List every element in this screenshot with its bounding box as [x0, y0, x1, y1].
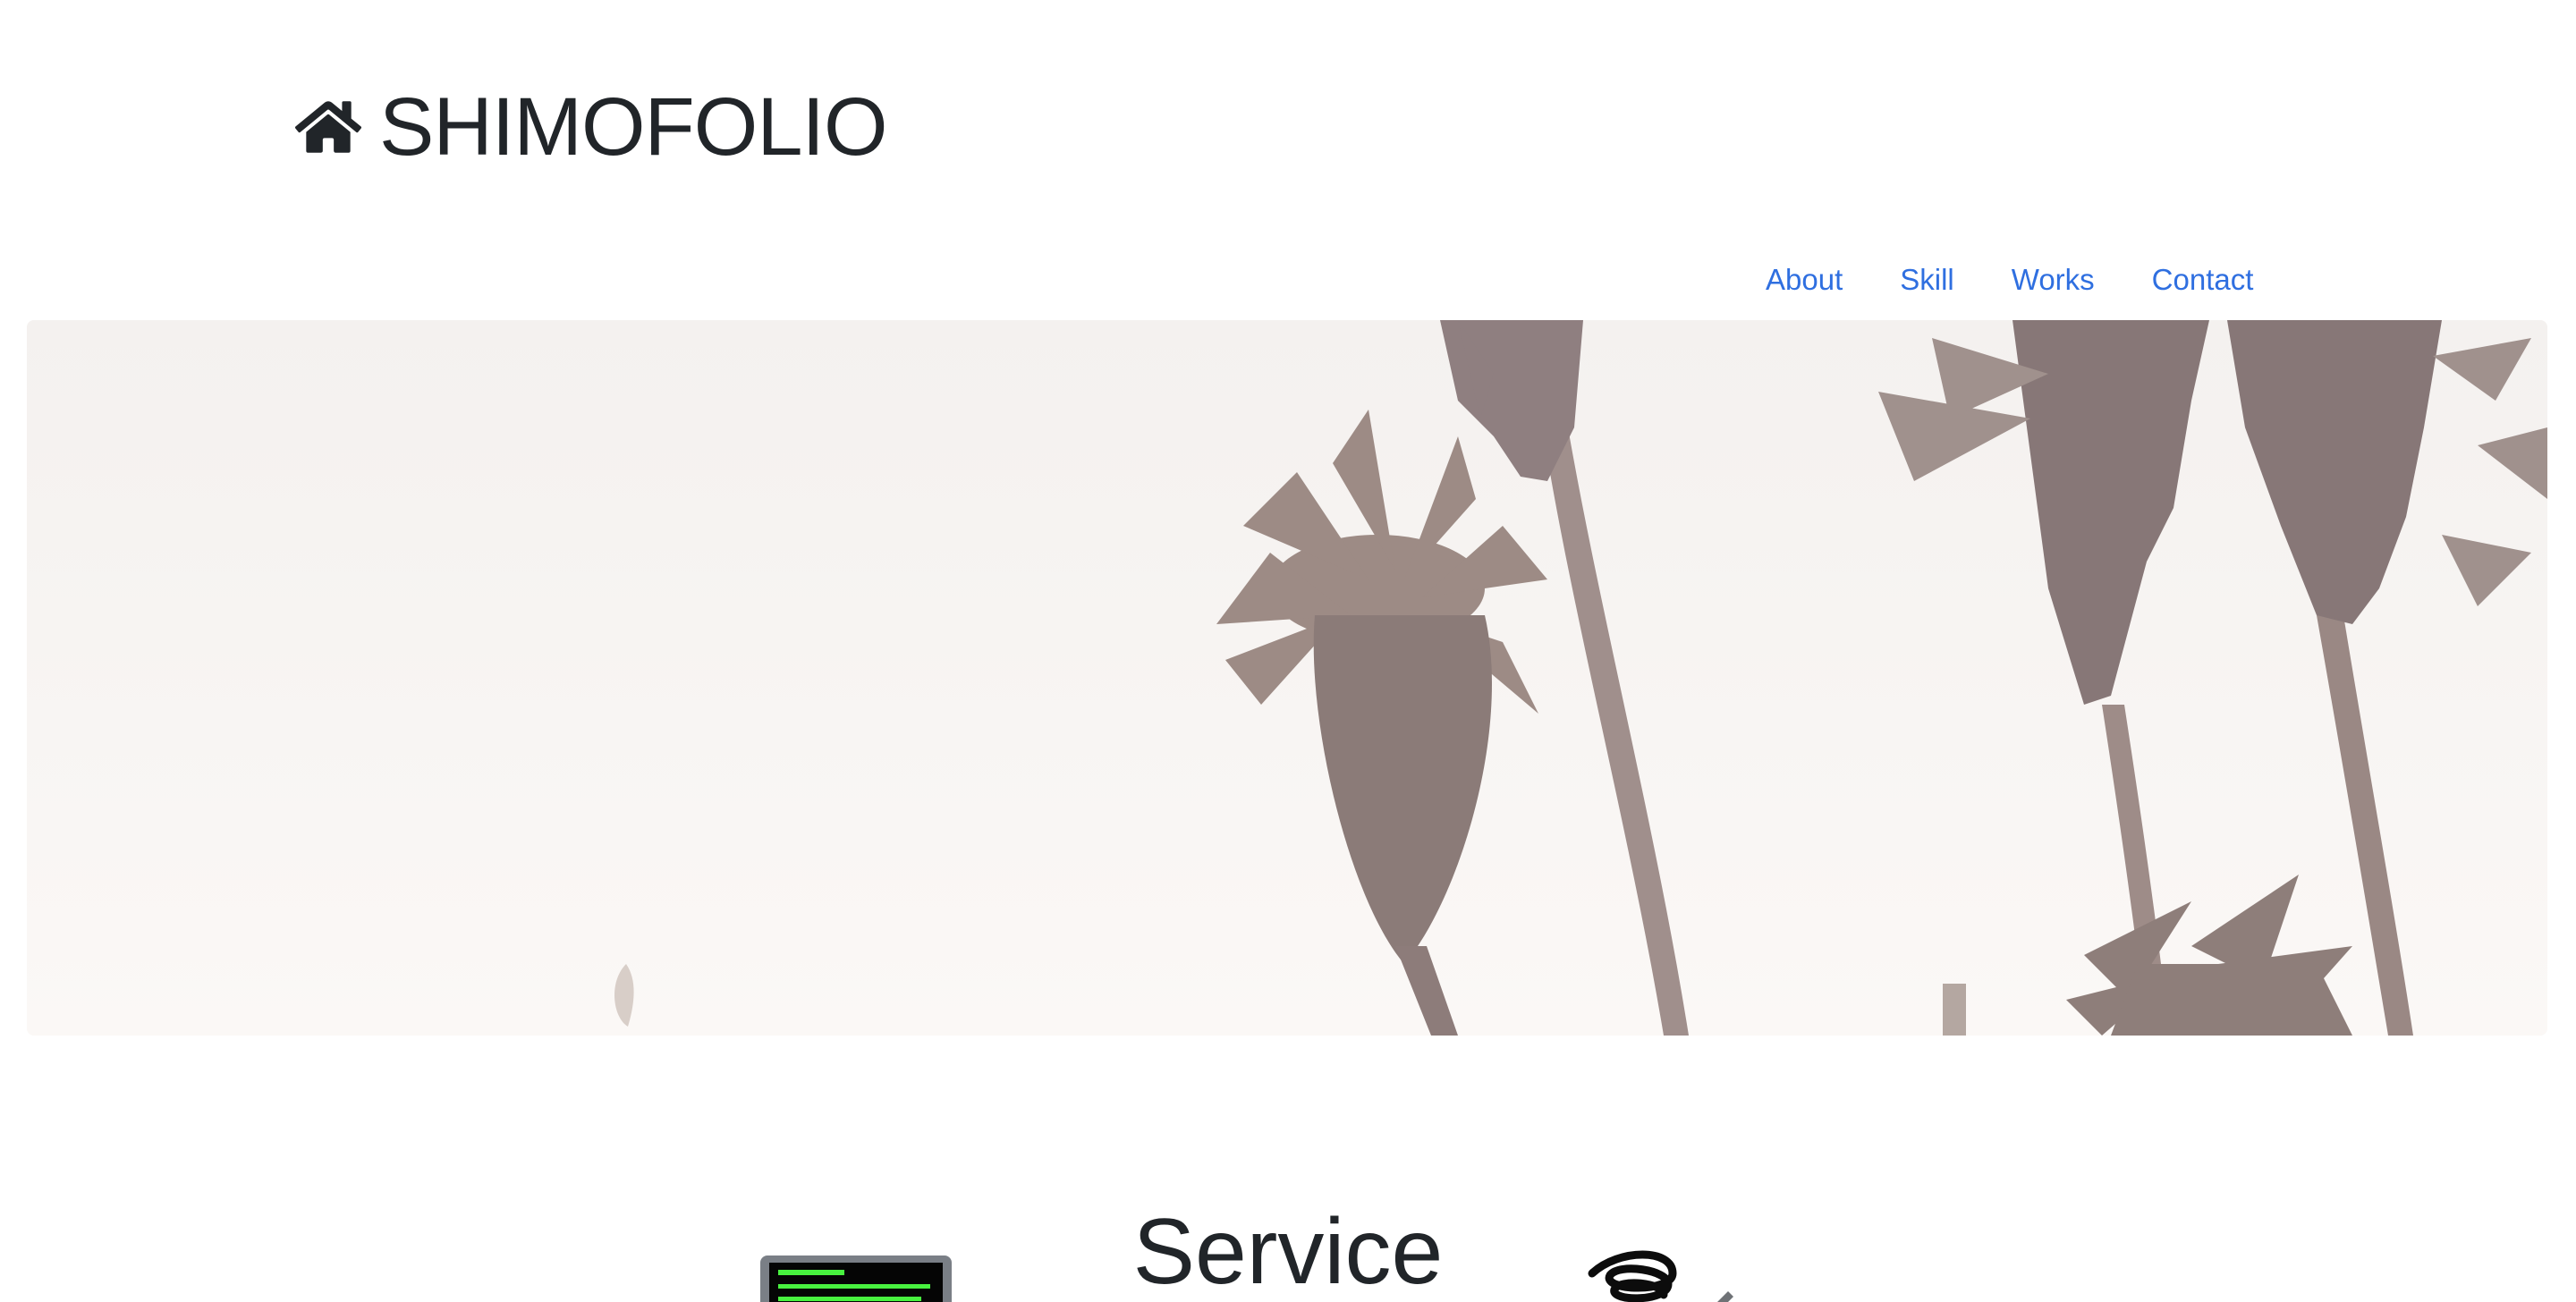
home-icon	[295, 101, 361, 153]
nav-link-skill[interactable]: Skill	[1900, 265, 1954, 294]
hero-image	[27, 320, 2547, 1036]
main-nav: About Skill Works Contact	[1766, 265, 2253, 294]
nav-link-about[interactable]: About	[1766, 265, 1843, 294]
nav-link-contact[interactable]: Contact	[2152, 265, 2254, 294]
terminal-icon	[760, 1256, 952, 1302]
service-title: Service	[1132, 1200, 1444, 1302]
page: SHIMOFOLIO About Skill Works Contact Ser…	[0, 0, 2576, 1302]
brand-title: SHIMOFOLIO	[379, 81, 888, 173]
pen-scribble-icon	[1588, 1250, 1733, 1302]
brand-link[interactable]: SHIMOFOLIO	[295, 81, 888, 173]
palm-trees-photo	[27, 320, 2547, 1036]
nav-link-works[interactable]: Works	[2012, 265, 2095, 294]
